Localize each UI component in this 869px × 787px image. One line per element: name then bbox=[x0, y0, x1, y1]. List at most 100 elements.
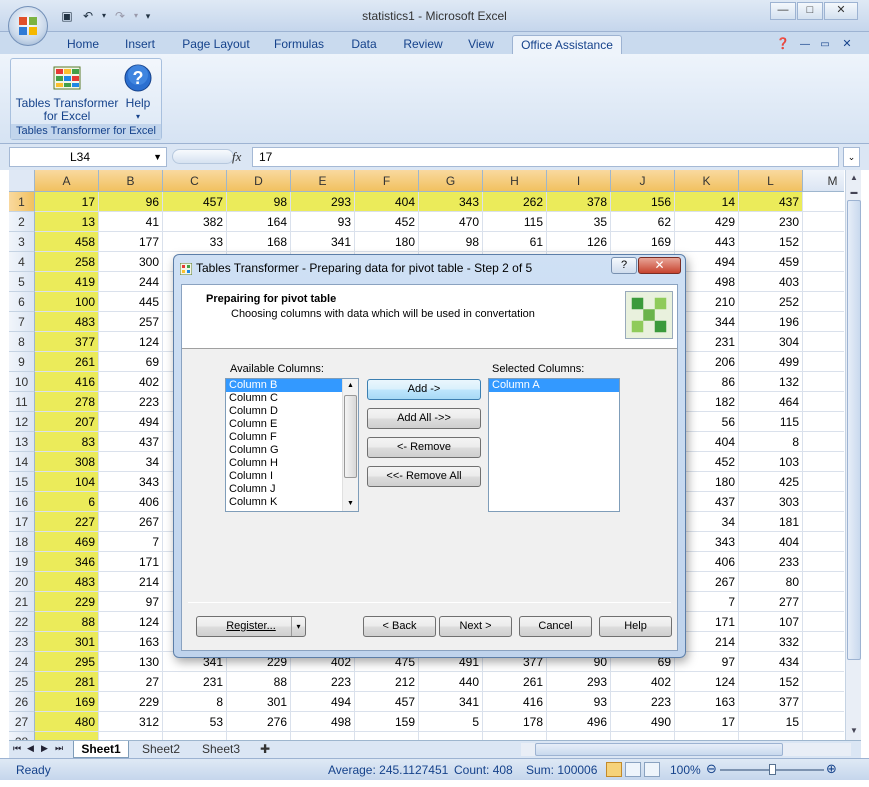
cell-f26[interactable]: 457 bbox=[355, 692, 419, 712]
cell-b3[interactable]: 177 bbox=[99, 232, 163, 252]
formula-input[interactable]: 17 bbox=[252, 147, 839, 167]
cell-l14[interactable]: 103 bbox=[739, 452, 803, 472]
formula-expand-icon[interactable]: ⌄ bbox=[843, 147, 860, 167]
cell-f3[interactable]: 180 bbox=[355, 232, 419, 252]
last-sheet-icon[interactable]: ⏭ bbox=[55, 743, 63, 754]
cell-b22[interactable]: 124 bbox=[99, 612, 163, 632]
add-button[interactable]: Add -> bbox=[367, 379, 481, 400]
cell-m20[interactable] bbox=[803, 572, 844, 592]
cell-b27[interactable]: 312 bbox=[99, 712, 163, 732]
zoom-in-icon[interactable]: ⊕ bbox=[826, 761, 837, 777]
horizontal-scroll-thumb[interactable] bbox=[535, 743, 783, 756]
cell-c27[interactable]: 53 bbox=[163, 712, 227, 732]
cell-a3[interactable]: 458 bbox=[35, 232, 99, 252]
available-columns-list[interactable]: Column BColumn CColumn DColumn EColumn F… bbox=[225, 378, 359, 512]
cell-l23[interactable]: 332 bbox=[739, 632, 803, 652]
cell-e1[interactable]: 293 bbox=[291, 192, 355, 212]
cell-a4[interactable]: 258 bbox=[35, 252, 99, 272]
horizontal-scrollbar[interactable] bbox=[521, 743, 851, 756]
cell-a27[interactable]: 480 bbox=[35, 712, 99, 732]
cell-e27[interactable]: 498 bbox=[291, 712, 355, 732]
sheet-tab-sheet3[interactable]: Sheet3 bbox=[193, 741, 249, 758]
cell-i25[interactable]: 293 bbox=[547, 672, 611, 692]
cell-k2[interactable]: 429 bbox=[675, 212, 739, 232]
cell-j3[interactable]: 169 bbox=[611, 232, 675, 252]
column-header-i[interactable]: I bbox=[547, 170, 611, 192]
list-item[interactable]: Column G bbox=[226, 444, 342, 457]
row-header[interactable]: 18 bbox=[9, 532, 35, 552]
cell-e3[interactable]: 341 bbox=[291, 232, 355, 252]
cell-a14[interactable]: 308 bbox=[35, 452, 99, 472]
cell-b16[interactable]: 406 bbox=[99, 492, 163, 512]
normal-view-icon[interactable] bbox=[606, 762, 622, 777]
cell-a11[interactable]: 278 bbox=[35, 392, 99, 412]
tab-formulas[interactable]: Formulas bbox=[266, 35, 332, 54]
insert-sheet-icon[interactable]: ✚ bbox=[253, 741, 277, 758]
cell-a8[interactable]: 377 bbox=[35, 332, 99, 352]
row-header[interactable]: 26 bbox=[9, 692, 35, 712]
cell-l10[interactable]: 132 bbox=[739, 372, 803, 392]
dialog-close-button[interactable]: ✕ bbox=[638, 257, 681, 274]
back-button[interactable]: < Back bbox=[363, 616, 436, 637]
cell-b23[interactable]: 163 bbox=[99, 632, 163, 652]
cell-b21[interactable]: 97 bbox=[99, 592, 163, 612]
row-header[interactable]: 5 bbox=[9, 272, 35, 292]
column-header-j[interactable]: J bbox=[611, 170, 675, 192]
row-header[interactable]: 24 bbox=[9, 652, 35, 672]
cell-j28[interactable] bbox=[611, 732, 675, 740]
dialog-help-button[interactable]: ? bbox=[611, 257, 637, 274]
row-header[interactable]: 8 bbox=[9, 332, 35, 352]
cell-l25[interactable]: 152 bbox=[739, 672, 803, 692]
cell-m8[interactable] bbox=[803, 332, 844, 352]
list-item[interactable]: Column E bbox=[226, 418, 342, 431]
cell-b11[interactable]: 223 bbox=[99, 392, 163, 412]
row-header[interactable]: 1 bbox=[9, 192, 35, 212]
cell-b25[interactable]: 27 bbox=[99, 672, 163, 692]
cell-i1[interactable]: 378 bbox=[547, 192, 611, 212]
cell-l12[interactable]: 115 bbox=[739, 412, 803, 432]
cell-e26[interactable]: 494 bbox=[291, 692, 355, 712]
list-item[interactable]: Column F bbox=[226, 431, 342, 444]
cell-a5[interactable]: 419 bbox=[35, 272, 99, 292]
prev-sheet-icon[interactable]: ◀ bbox=[27, 743, 34, 754]
cell-a2[interactable]: 13 bbox=[35, 212, 99, 232]
row-header[interactable]: 3 bbox=[9, 232, 35, 252]
cell-b17[interactable]: 267 bbox=[99, 512, 163, 532]
name-box-dropdown-icon[interactable]: ▼ bbox=[153, 148, 162, 166]
cell-m2[interactable] bbox=[803, 212, 844, 232]
column-header-m[interactable]: M bbox=[803, 170, 844, 192]
cell-b20[interactable]: 214 bbox=[99, 572, 163, 592]
cell-d28[interactable] bbox=[227, 732, 291, 740]
cell-b28[interactable] bbox=[99, 732, 163, 740]
row-header[interactable]: 12 bbox=[9, 412, 35, 432]
scroll-up-icon[interactable]: ▲ bbox=[847, 171, 861, 185]
cell-m17[interactable] bbox=[803, 512, 844, 532]
tab-insert[interactable]: Insert bbox=[118, 35, 162, 54]
tab-page-layout[interactable]: Page Layout bbox=[176, 35, 256, 54]
row-header[interactable]: 15 bbox=[9, 472, 35, 492]
cell-m15[interactable] bbox=[803, 472, 844, 492]
tab-data[interactable]: Data bbox=[344, 35, 384, 54]
cell-c3[interactable]: 33 bbox=[163, 232, 227, 252]
page-layout-view-icon[interactable] bbox=[625, 762, 641, 777]
cell-d3[interactable]: 168 bbox=[227, 232, 291, 252]
cell-d2[interactable]: 164 bbox=[227, 212, 291, 232]
cell-k1[interactable]: 14 bbox=[675, 192, 739, 212]
row-header[interactable]: 19 bbox=[9, 552, 35, 572]
page-break-view-icon[interactable] bbox=[644, 762, 660, 777]
list-item[interactable]: Column D bbox=[226, 405, 342, 418]
cell-g1[interactable]: 343 bbox=[419, 192, 483, 212]
row-header[interactable]: 25 bbox=[9, 672, 35, 692]
cell-m27[interactable] bbox=[803, 712, 844, 732]
cell-l6[interactable]: 252 bbox=[739, 292, 803, 312]
cell-a22[interactable]: 88 bbox=[35, 612, 99, 632]
list-item[interactable]: Column A bbox=[489, 379, 619, 392]
cell-i26[interactable]: 93 bbox=[547, 692, 611, 712]
formula-resize-handle[interactable] bbox=[172, 149, 234, 164]
list-item[interactable]: Column C bbox=[226, 392, 342, 405]
cell-l11[interactable]: 464 bbox=[739, 392, 803, 412]
cell-j1[interactable]: 156 bbox=[611, 192, 675, 212]
insert-function-icon[interactable]: fx bbox=[232, 149, 241, 165]
column-header-l[interactable]: L bbox=[739, 170, 803, 192]
cell-l18[interactable]: 404 bbox=[739, 532, 803, 552]
